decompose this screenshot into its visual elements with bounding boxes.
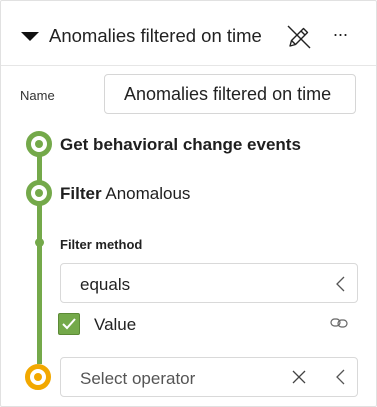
- operator-select[interactable]: Select operator: [60, 357, 358, 397]
- step-get-events[interactable]: Get behavioral change events: [60, 135, 301, 155]
- filter-method-select[interactable]: equals: [60, 263, 358, 303]
- pencil-crossed-icon: [287, 25, 311, 49]
- flow-rail-segment: [37, 199, 42, 364]
- operator-placeholder: Select operator: [80, 369, 196, 388]
- node-panel: Anomalies filtered on time ··· Name Get …: [0, 0, 377, 407]
- step-node-complete: [26, 131, 52, 157]
- chevron-left-icon: [336, 276, 345, 292]
- collapse-caret-icon[interactable]: [21, 32, 39, 41]
- filter-method-heading: Filter method: [60, 237, 143, 252]
- step-title: Get behavioral change events: [60, 135, 301, 154]
- substep-dot: [35, 238, 44, 247]
- step-filter[interactable]: Filter Anomalous: [60, 184, 190, 204]
- clear-icon[interactable]: [290, 368, 308, 386]
- step-subtitle: Anomalous: [105, 184, 191, 203]
- step-title: Filter: [60, 184, 102, 203]
- name-label: Name: [20, 88, 55, 103]
- filter-method-value: equals: [80, 275, 131, 294]
- checkmark-icon: [62, 318, 76, 330]
- value-checkbox-label: Value: [94, 315, 137, 334]
- name-input[interactable]: [104, 74, 356, 114]
- more-options-button[interactable]: ···: [329, 23, 351, 51]
- step-node-complete: [26, 180, 52, 206]
- chevron-left-icon: [336, 369, 345, 385]
- panel-header: Anomalies filtered on time ···: [1, 1, 376, 66]
- link-icon[interactable]: [330, 317, 348, 329]
- panel-title: Anomalies filtered on time: [49, 25, 262, 46]
- edit-button[interactable]: [285, 23, 313, 51]
- step-node-pending: [25, 364, 51, 390]
- value-checkbox[interactable]: [58, 313, 80, 335]
